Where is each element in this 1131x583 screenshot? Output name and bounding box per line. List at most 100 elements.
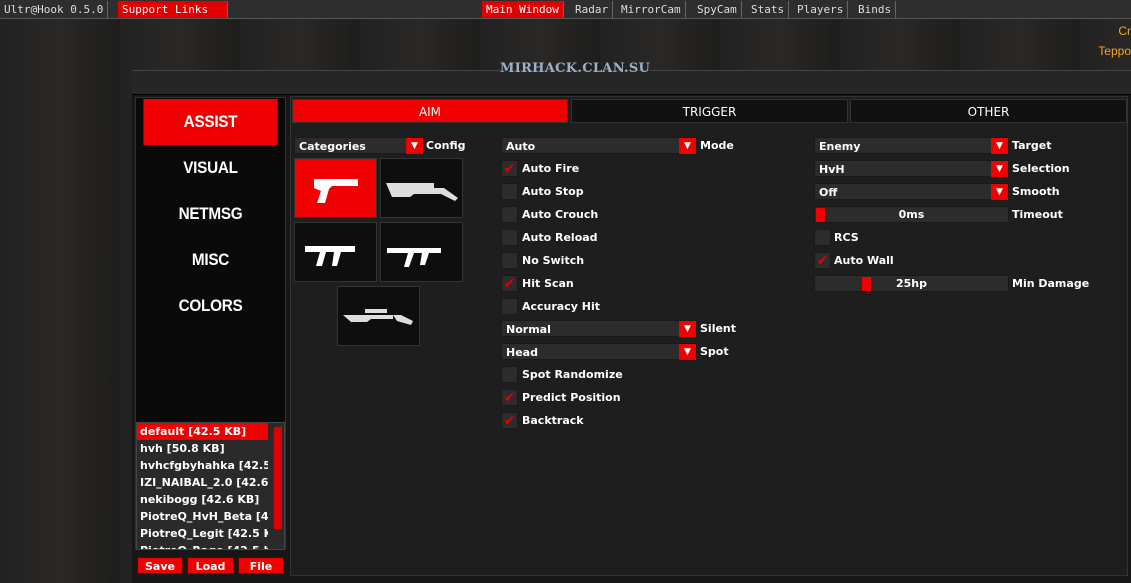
no-switch-label: No Switch — [522, 254, 585, 267]
auto-fire-label: Auto Fire — [522, 162, 580, 175]
weapon-sniper[interactable] — [337, 286, 420, 346]
top-menu-bar: Ultr@Hook 0.5.0 Support Links Main Windo… — [0, 0, 1131, 19]
rcs-label: RCS — [834, 231, 859, 244]
rifle-icon — [386, 248, 441, 267]
silent-label: Silent — [700, 322, 737, 335]
auto-stop-checkbox[interactable] — [501, 183, 518, 200]
dropdown-arrow-icon: ▼ — [991, 184, 1008, 200]
dropdown-arrow-icon: ▼ — [679, 321, 696, 337]
sidebar-item-visual[interactable]: VISUAL — [143, 145, 277, 191]
shotgun-icon — [385, 183, 458, 201]
categories-value: Categories — [299, 140, 366, 153]
auto-crouch-label: Auto Crouch — [522, 208, 599, 221]
min-damage-label: Min Damage — [1012, 277, 1090, 290]
mode-value: Auto — [506, 140, 536, 153]
silent-dropdown[interactable]: Normal ▼ — [501, 320, 697, 337]
sidebar-item-misc[interactable]: MISC — [143, 237, 277, 283]
hit-scan-checkbox[interactable]: ✔ — [501, 275, 518, 292]
auto-wall-label: Auto Wall — [834, 254, 894, 267]
save-button[interactable]: Save — [137, 557, 183, 574]
corner-text: Teppo — [1098, 44, 1131, 58]
backtrack-label: Backtrack — [522, 414, 584, 427]
timeout-label: Timeout — [1012, 208, 1063, 221]
target-dropdown[interactable]: Enemy ▼ — [814, 137, 1009, 154]
config-item[interactable]: nekibogg [42.6 KB] — [137, 491, 268, 508]
tab-aim[interactable]: AIM — [292, 99, 568, 123]
menu-binds[interactable]: Binds — [854, 1, 897, 18]
menu-spycam[interactable]: SpyCam — [693, 1, 742, 18]
config-item[interactable]: PiotreQ_HvH_Beta [42.5 — [137, 508, 268, 525]
dropdown-arrow-icon: ▼ — [679, 344, 696, 360]
target-value: Enemy — [819, 140, 861, 153]
spot-label: Spot — [700, 345, 729, 358]
weapon-pistol[interactable] — [294, 158, 377, 218]
config-item[interactable]: hvhcfgbyhahka [42.5 KB — [137, 457, 268, 474]
spot-randomize-checkbox[interactable] — [501, 366, 518, 383]
sidebar-item-assist[interactable]: ASSIST — [143, 99, 278, 145]
spot-value: Head — [506, 346, 538, 359]
auto-stop-label: Auto Stop — [522, 185, 584, 198]
sidebar-item-colors[interactable]: COLORS — [143, 283, 277, 329]
menu-main-window[interactable]: Main Window — [482, 1, 564, 18]
min-damage-slider[interactable]: 25hp — [814, 275, 1009, 292]
app-title: Ultr@Hook 0.5.0 — [0, 1, 109, 18]
silent-value: Normal — [506, 323, 551, 336]
dropdown-arrow-icon: ▼ — [679, 138, 696, 154]
smooth-value: Off — [819, 186, 838, 199]
categories-dropdown[interactable]: Categories ▼ — [294, 137, 424, 154]
menu-stats[interactable]: Stats — [747, 1, 790, 18]
config-item[interactable]: hvh [50.8 KB] — [137, 440, 268, 457]
dropdown-arrow-icon: ▼ — [991, 138, 1008, 154]
timeout-slider[interactable]: 0ms — [814, 206, 1009, 223]
spot-dropdown[interactable]: Head ▼ — [501, 343, 697, 360]
config-item[interactable]: IZI_NAIBAL_2.0 [42.6 KB — [137, 474, 268, 491]
selection-dropdown[interactable]: HvH ▼ — [814, 160, 1009, 177]
auto-reload-checkbox[interactable] — [501, 229, 518, 246]
auto-reload-label: Auto Reload — [522, 231, 598, 244]
spot-randomize-label: Spot Randomize — [522, 368, 623, 381]
config-scrollbar[interactable] — [274, 427, 282, 529]
menu-radar[interactable]: Radar — [571, 1, 614, 18]
menu-players[interactable]: Players — [793, 1, 849, 18]
auto-fire-checkbox[interactable]: ✔ — [501, 160, 518, 177]
config-list: default [42.5 KB] hvh [50.8 KB] hvhcfgby… — [136, 422, 285, 550]
accuracy-hit-checkbox[interactable] — [501, 298, 518, 315]
accuracy-hit-label: Accuracy Hit — [522, 300, 600, 313]
min-damage-value: 25hp — [895, 277, 927, 290]
predict-position-label: Predict Position — [522, 391, 621, 404]
no-switch-checkbox[interactable] — [501, 252, 518, 269]
file-button[interactable]: File — [238, 557, 284, 574]
weapon-smg[interactable] — [294, 222, 377, 282]
tab-other[interactable]: OTHER — [850, 99, 1127, 123]
tab-trigger[interactable]: TRIGGER — [571, 99, 848, 123]
menu-mirrorcam[interactable]: MirrorCam — [617, 1, 686, 18]
mode-label: Mode — [700, 139, 734, 152]
sidebar-item-netmsg[interactable]: NETMSG — [143, 191, 277, 237]
logo: MIRHACK.CLAN.SU — [500, 61, 651, 76]
config-item[interactable]: default [42.5 KB] — [137, 423, 268, 440]
weapon-shotgun[interactable] — [380, 158, 463, 218]
backtrack-checkbox[interactable]: ✔ — [501, 412, 518, 429]
hit-scan-label: Hit Scan — [522, 277, 574, 290]
config-label: Config — [426, 139, 466, 152]
selection-value: HvH — [819, 163, 845, 176]
auto-wall-checkbox[interactable]: ✔ — [814, 252, 831, 269]
slider-knob[interactable] — [816, 208, 825, 222]
load-button[interactable]: Load — [187, 557, 234, 574]
pistol-icon — [313, 179, 358, 203]
support-links-button[interactable]: Support Links — [118, 1, 228, 18]
config-item[interactable]: PiotreQ_Legit [42.5 KB] — [137, 525, 268, 542]
smg-icon — [304, 246, 355, 266]
selection-label: Selection — [1012, 162, 1070, 175]
dropdown-arrow-icon: ▼ — [406, 138, 423, 154]
mode-dropdown[interactable]: Auto ▼ — [501, 137, 697, 154]
sniper-icon — [342, 309, 413, 325]
auto-crouch-checkbox[interactable] — [501, 206, 518, 223]
predict-position-checkbox[interactable]: ✔ — [501, 389, 518, 406]
smooth-dropdown[interactable]: Off ▼ — [814, 183, 1009, 200]
timeout-value: 0ms — [898, 208, 925, 221]
rcs-checkbox[interactable] — [814, 229, 831, 246]
weapon-rifle[interactable] — [380, 222, 463, 282]
config-item[interactable]: PiotreQ_Rage [42.5 KB] — [137, 542, 268, 549]
slider-knob[interactable] — [862, 277, 871, 291]
